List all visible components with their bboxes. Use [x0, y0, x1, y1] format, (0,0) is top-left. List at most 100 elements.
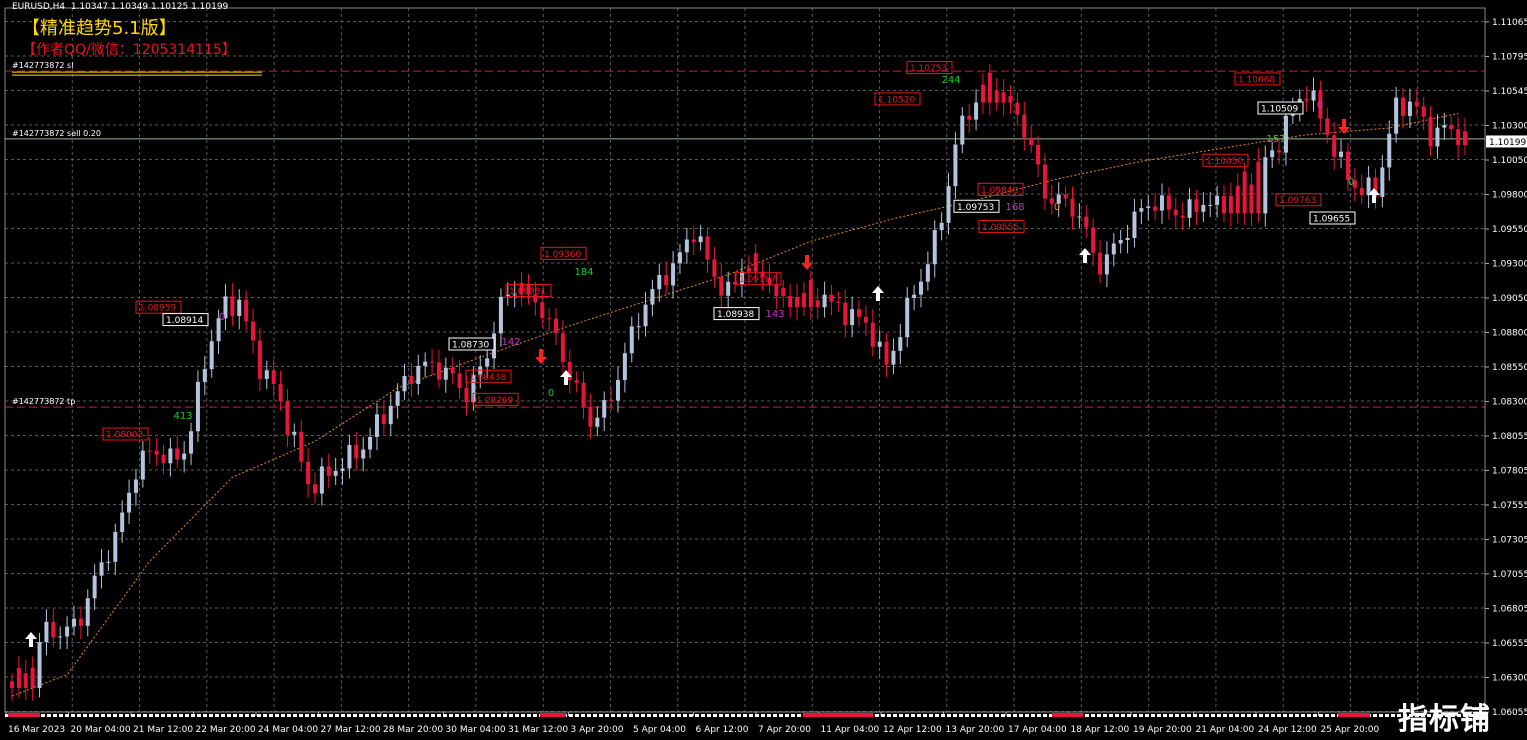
session-mark	[893, 714, 897, 717]
candle-body	[863, 316, 868, 323]
price-label-text: 1.10509	[1261, 105, 1298, 115]
session-mark	[95, 714, 99, 717]
candle-body	[161, 454, 166, 464]
candle-body	[815, 300, 820, 308]
session-mark	[749, 714, 753, 717]
candle-body	[1111, 243, 1116, 255]
session-mark	[65, 714, 69, 717]
y-tick-label: 1.09300	[1492, 260, 1527, 270]
candle-body	[1084, 216, 1089, 228]
candle-body	[870, 322, 875, 347]
session-mark	[755, 714, 759, 717]
session-mark	[1169, 714, 1173, 717]
x-tick-label: 18 Apr 12:00	[1071, 725, 1130, 735]
session-mark	[341, 714, 345, 717]
y-tick-label: 1.07805	[1492, 467, 1527, 477]
price-label-text: 1.10050	[1206, 157, 1243, 167]
candle-body	[264, 370, 269, 379]
session-mark	[275, 714, 279, 717]
session-mark	[395, 714, 399, 717]
price-label-text: 1.10520	[878, 95, 915, 105]
candle-body	[547, 318, 552, 320]
x-tick-label: 21 Apr 04:00	[1196, 725, 1255, 735]
x-tick-label: 31 Mar 12:00	[508, 725, 568, 735]
signal-count: 0	[548, 388, 554, 399]
y-tick-label: 1.07555	[1492, 501, 1527, 511]
candle-body	[987, 72, 992, 103]
price-chart[interactable]: 1.11065 1.10795 1.10545 1.10300 1.10050 1.098…	[0, 0, 1527, 740]
candle-body	[664, 274, 669, 286]
session-mark	[707, 714, 711, 717]
candle-body	[430, 361, 435, 363]
session-mark	[221, 714, 225, 717]
candle-body	[436, 362, 441, 380]
candle-body	[1070, 198, 1075, 217]
session-mark	[503, 714, 507, 717]
session-mark	[1157, 714, 1161, 717]
candle-body	[801, 293, 806, 308]
session-mark	[671, 714, 675, 717]
candle-body	[361, 449, 366, 459]
session-mark	[1373, 714, 1377, 717]
candle-body	[974, 102, 979, 120]
candle-body	[925, 264, 930, 282]
candle-body	[498, 296, 503, 334]
candle-body	[354, 444, 359, 459]
candle-body	[65, 626, 70, 637]
candle-body	[1022, 114, 1027, 138]
candle-body	[230, 296, 235, 316]
price-label-text: 1.09555	[982, 223, 1019, 233]
session-mark	[911, 714, 915, 717]
candle-body	[609, 400, 614, 402]
session-mark	[1325, 714, 1329, 717]
session-mark	[731, 714, 735, 717]
y-tick-label: 1.10545	[1492, 87, 1527, 97]
session-mark	[713, 714, 717, 717]
signal-count: 143	[765, 309, 784, 320]
session-mark	[377, 714, 381, 717]
session-mark	[1187, 714, 1191, 717]
session-mark	[719, 714, 723, 717]
x-tick-label: 24 Apr 12:00	[1258, 725, 1317, 735]
price-label-text: 1.09655	[1313, 215, 1350, 225]
session-mark	[1139, 714, 1143, 717]
candle-body	[1359, 187, 1364, 196]
signal-count: 0	[1054, 202, 1060, 213]
session-mark	[449, 714, 453, 717]
x-tick-label: 3 Apr 20:00	[571, 725, 624, 735]
session-mark	[1247, 714, 1251, 717]
session-mark	[179, 714, 183, 717]
candle-body	[836, 301, 841, 303]
session-mark	[113, 714, 117, 717]
candle-body	[877, 341, 882, 347]
signal-count: 184	[574, 267, 593, 278]
session-mark	[263, 714, 267, 717]
session-mark	[1301, 714, 1305, 717]
candle-body	[133, 479, 138, 493]
session-mark	[761, 714, 765, 717]
candle-body	[898, 337, 903, 351]
candle-body	[92, 575, 97, 599]
candle-body	[175, 448, 180, 460]
session-mark	[617, 714, 621, 717]
session-mark	[149, 714, 153, 717]
order-level-label: #142773872 sell 0.20	[12, 129, 101, 138]
candle-body	[326, 466, 331, 476]
candle-body	[1277, 150, 1282, 153]
candle-body	[946, 186, 951, 223]
candle-body	[1311, 90, 1316, 101]
candle-body	[1166, 195, 1171, 210]
candle-body	[1125, 237, 1130, 240]
x-tick-label: 17 Apr 04:00	[1008, 725, 1067, 735]
session-mark	[425, 714, 429, 717]
x-tick-label: 5 Apr 04:00	[633, 725, 686, 735]
candle-body	[409, 375, 414, 384]
session-mark	[881, 714, 885, 717]
x-tick-label: 30 Mar 04:00	[446, 725, 506, 735]
session-mark	[695, 714, 699, 717]
session-mark	[431, 714, 435, 717]
candle-body	[753, 253, 758, 272]
x-tick-label: 11 Apr 04:00	[821, 725, 880, 735]
candle-body	[595, 417, 600, 427]
session-mark	[53, 714, 57, 717]
